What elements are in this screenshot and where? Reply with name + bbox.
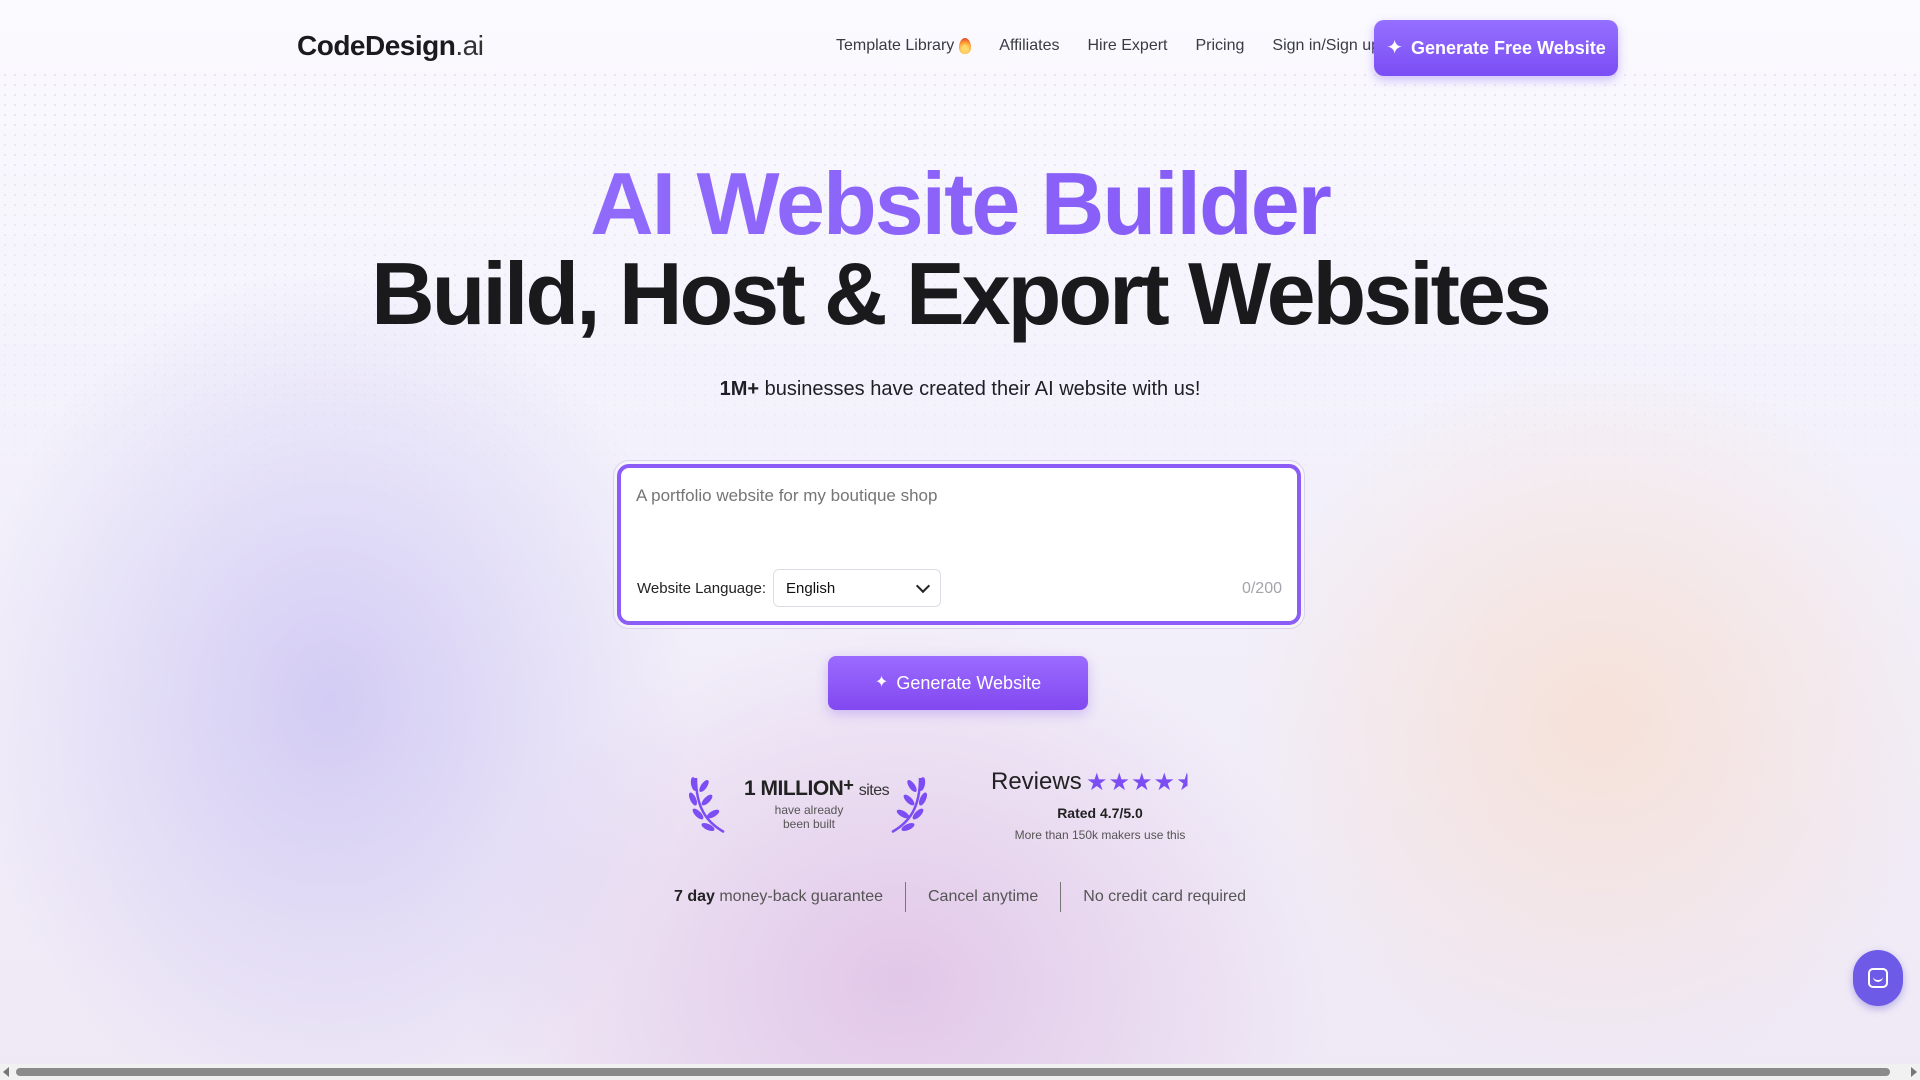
prompt-input[interactable] xyxy=(636,486,1236,506)
hero-tagline: 1M+ businesses have created their AI web… xyxy=(0,378,1920,401)
nav-affiliates-label: Affiliates xyxy=(999,37,1060,54)
top-nav: Template Library Affiliates Hire Expert … xyxy=(836,37,1408,55)
sparkle-icon: ✦ xyxy=(1386,37,1403,59)
generate-website-button[interactable]: ✦ Generate Website xyxy=(828,656,1088,710)
guarantee-cancel: Cancel anytime xyxy=(928,888,1039,905)
nav-hire-expert-label: Hire Expert xyxy=(1087,37,1168,54)
million-caption-2: been built xyxy=(782,817,836,831)
star-half-icon: ★ xyxy=(1176,769,1199,796)
logo[interactable]: CodeDesign.ai xyxy=(297,30,484,62)
chat-support-button[interactable] xyxy=(1853,950,1903,1006)
million-plus: + xyxy=(843,775,854,795)
horizontal-scrollbar[interactable] xyxy=(0,1064,1920,1080)
website-language-label: Website Language: xyxy=(637,580,766,597)
nav-template-library[interactable]: Template Library xyxy=(836,37,972,55)
nav-sign-in[interactable]: Sign in/Sign up xyxy=(1272,37,1380,55)
guarantee-money-back: 7 day money-back guarantee xyxy=(652,888,905,906)
hero-title: AI Website Builder xyxy=(0,160,1920,248)
generate-free-website-button[interactable]: ✦ Generate Free Website xyxy=(1374,20,1618,76)
reviews-title: Reviews xyxy=(991,768,1082,795)
nav-pricing[interactable]: Pricing xyxy=(1196,37,1245,55)
laurel-right-icon xyxy=(891,777,928,834)
chat-icon xyxy=(1868,968,1888,988)
nav-template-library-label: Template Library xyxy=(836,37,955,54)
nav-hire-expert[interactable]: Hire Expert xyxy=(1087,37,1167,55)
logo-main: CodeDesign xyxy=(297,30,456,61)
sparkle-icon: ✦ xyxy=(874,674,889,691)
chevron-down-icon xyxy=(915,578,931,594)
laurel-left-icon xyxy=(688,777,725,834)
hero-subtitle: Build, Host & Export Websites xyxy=(371,244,1552,343)
rating-text: Rated 4.7/5.0 xyxy=(1057,805,1143,821)
million-count: 1 MILLION xyxy=(744,777,844,800)
nav-affiliates[interactable]: Affiliates xyxy=(999,37,1059,55)
website-language-select[interactable]: English xyxy=(773,569,941,607)
guarantee-no-card: No credit card required xyxy=(1083,888,1247,905)
guarantee-money-back-text: money-back guarantee xyxy=(714,888,883,905)
million-unit: sites xyxy=(858,782,890,799)
stars-full: ★★★★ xyxy=(1086,769,1177,796)
tagline-text: businesses have created their AI website… xyxy=(759,378,1201,400)
guarantees-row: 7 day money-back guarantee Cancel anytim… xyxy=(0,882,1920,912)
scroll-left-arrow-icon[interactable] xyxy=(3,1067,9,1077)
website-language-value: English xyxy=(786,579,836,597)
nav-pricing-label: Pricing xyxy=(1195,37,1245,54)
million-caption-1: have already xyxy=(774,803,844,817)
tagline-count: 1M+ xyxy=(719,378,760,400)
character-counter: 0/200 xyxy=(1241,580,1282,597)
logo-ext: .ai xyxy=(455,30,484,61)
star-rating: ★★★★★ xyxy=(1086,768,1199,797)
generate-free-website-label: Generate Free Website xyxy=(1411,37,1606,58)
makers-text: More than 150k makers use this xyxy=(1014,828,1186,842)
generate-website-label: Generate Website xyxy=(896,672,1042,693)
nav-sign-in-label: Sign in/Sign up xyxy=(1272,37,1381,54)
scroll-right-arrow-icon[interactable] xyxy=(1911,1067,1917,1077)
guarantee-days: 7 day xyxy=(673,888,715,905)
million-sites-badge: 1 MILLION+ sites have already been built xyxy=(744,775,890,831)
fire-icon xyxy=(959,38,972,54)
scrollbar-thumb[interactable] xyxy=(16,1068,1890,1076)
